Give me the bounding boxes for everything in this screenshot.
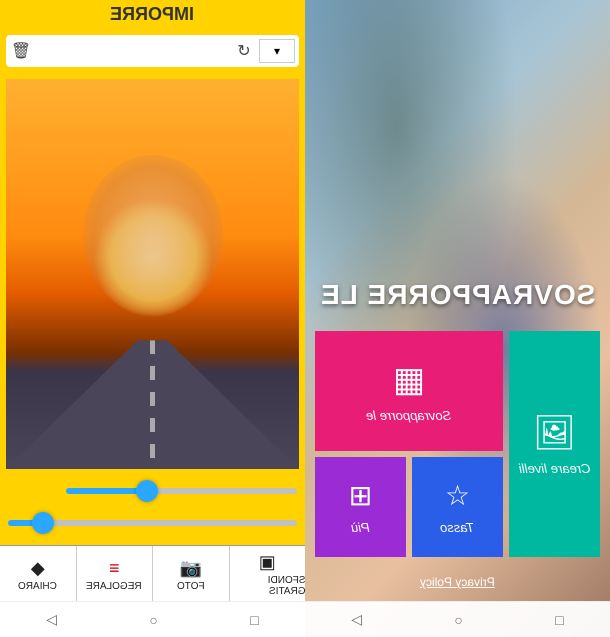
slider-thumb[interactable]	[32, 512, 54, 534]
right-content: SOVRAPPORRE LE ▦ Sovrapporre le 🖼 Creare…	[305, 0, 610, 637]
title-bar: IMPORRE	[0, 0, 305, 29]
privacy-policy-link[interactable]: Privacy Policy	[420, 575, 495, 589]
slider-row-2	[8, 507, 297, 539]
nav-home-icon[interactable]: ○	[149, 612, 157, 628]
tile-tasso[interactable]: ☆ Tasso	[412, 457, 503, 557]
overlay-icon: ▦	[393, 360, 425, 400]
portrait-overlay	[83, 155, 223, 315]
android-nav-bar: ◁ ○ □	[0, 601, 305, 637]
diamond-icon: ◆	[31, 558, 45, 579]
toolbar: 🗑 ↻ ▾	[0, 29, 305, 73]
tile-grid: ▦ Sovrapporre le 🖼 Creare livelli ⊞ Più …	[305, 321, 610, 567]
blend-slider[interactable]	[8, 520, 297, 526]
nav-recent-icon[interactable]: □	[250, 612, 258, 628]
overlay-title-text: SOVRAPPORRE LE	[320, 279, 595, 311]
editor-canvas-wrapper	[0, 73, 305, 545]
camera-icon: 📷	[180, 558, 202, 579]
options-dropdown[interactable]: ▾	[259, 39, 295, 63]
refresh-icon[interactable]: ↻	[233, 40, 255, 62]
android-nav-bar: ◁ ○ □	[305, 601, 610, 637]
right-app-screen: SOVRAPPORRE LE ▦ Sovrapporre le 🖼 Creare…	[305, 0, 610, 637]
composite-image[interactable]	[6, 79, 299, 469]
tile-sovrapporre[interactable]: ▦ Sovrapporre le	[315, 331, 503, 451]
tab-foto[interactable]: 📷 FOTO	[153, 546, 230, 601]
nav-back-icon[interactable]: ◁	[351, 611, 362, 628]
gallery-icon: 🖼	[533, 413, 576, 453]
tile-piu[interactable]: ⊞ Più	[315, 457, 406, 557]
tab-sfondi[interactable]: ▣ SFONDI GRATIS	[230, 546, 306, 601]
opacity-slider[interactable]	[66, 488, 297, 494]
delete-icon[interactable]: 🗑	[10, 40, 32, 62]
star-icon: ☆	[445, 479, 470, 512]
nav-home-icon[interactable]: ○	[454, 612, 462, 628]
toolbar-inner: 🗑 ↻ ▾	[6, 35, 299, 67]
grid-plus-icon: ⊞	[349, 479, 372, 512]
nav-back-icon[interactable]: ◁	[46, 611, 57, 628]
privacy-link-row: Privacy Policy	[305, 567, 610, 601]
layers-icon: ▣	[259, 552, 276, 573]
sliders-panel	[6, 469, 299, 545]
left-app-screen: IMPORRE 🗑 ↻ ▾	[0, 0, 305, 637]
tab-regolare[interactable]: ≡ REGOLARE	[77, 546, 154, 601]
settings-icon: ≡	[109, 558, 120, 579]
overlay-title: SOVRAPPORRE LE	[305, 269, 610, 321]
road-foreground	[6, 340, 299, 469]
nav-recent-icon[interactable]: □	[555, 612, 563, 628]
slider-thumb[interactable]	[136, 480, 158, 502]
slider-row-1	[8, 475, 297, 507]
tab-chiaro[interactable]: ◆ CHIARO	[0, 546, 77, 601]
app-title: IMPORRE	[110, 4, 194, 25]
tile-creare-livelli[interactable]: 🖼 Creare livelli	[509, 331, 600, 557]
bottom-tabs: ◆ CHIARO ≡ REGOLARE 📷 FOTO ▣ SFONDI GRAT…	[0, 545, 305, 601]
